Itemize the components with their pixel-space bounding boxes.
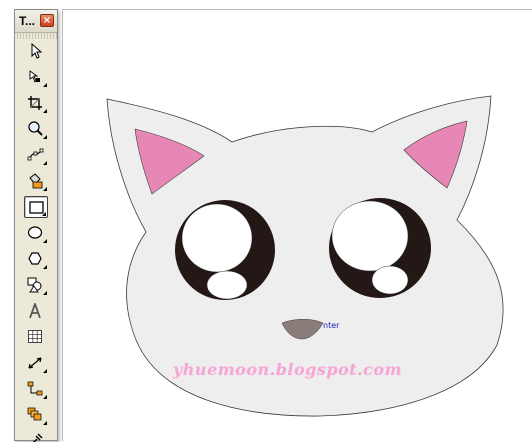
tool-freehand-flyout <box>43 161 47 165</box>
tool-connector[interactable] <box>24 378 48 400</box>
toolbox-grip[interactable] <box>15 33 57 39</box>
toolbox-titlebar[interactable]: T... × <box>15 10 57 33</box>
right-eye-highlight-large[interactable] <box>331 200 409 272</box>
blog-watermark: yhuemoon.blogspot.com <box>173 360 403 379</box>
tool-rectangle[interactable] <box>24 196 48 218</box>
tool-pick[interactable] <box>24 40 48 62</box>
pick-tool-icon <box>31 43 43 59</box>
toolbox-title: T... <box>19 14 36 28</box>
tool-eyedropper[interactable] <box>24 430 48 442</box>
tool-basic-shapes-flyout <box>43 291 47 295</box>
tool-polygon[interactable] <box>24 248 48 270</box>
drawing-canvas[interactable]: nter yhuemoon.blogspot.com <box>0 0 532 441</box>
tool-ellipse[interactable] <box>24 222 48 244</box>
tool-ellipse-flyout <box>43 239 47 243</box>
text-tool-icon <box>29 303 41 319</box>
tool-text[interactable] <box>24 300 48 322</box>
right-eye-highlight-small[interactable] <box>371 265 409 295</box>
tool-connector-flyout <box>43 395 47 399</box>
toolbox-panel[interactable]: T... × <box>14 9 58 442</box>
tool-basic-shapes[interactable] <box>24 274 48 296</box>
tool-freehand[interactable] <box>24 144 48 166</box>
left-eye-highlight-large[interactable] <box>181 203 253 273</box>
tool-blend-flyout <box>43 421 47 425</box>
tool-shape-flyout <box>43 83 47 87</box>
tool-crop[interactable] <box>24 92 48 114</box>
tool-shape[interactable] <box>24 66 48 88</box>
tool-zoom-flyout <box>43 135 47 139</box>
tool-zoom[interactable] <box>24 118 48 140</box>
toolbox-close-button[interactable]: × <box>40 14 54 27</box>
tool-dimension[interactable] <box>24 352 48 374</box>
tool-smart-fill[interactable] <box>24 170 48 192</box>
tool-crop-flyout <box>43 109 47 113</box>
snap-center-label: nter <box>323 321 340 330</box>
left-eye-highlight-small[interactable] <box>206 270 248 300</box>
tool-blend[interactable] <box>24 404 48 426</box>
tool-polygon-flyout <box>43 265 47 269</box>
tool-dimension-flyout <box>43 369 47 373</box>
tool-smart-fill-flyout <box>43 187 47 191</box>
tool-rectangle-flyout <box>42 212 46 216</box>
table-tool-icon <box>28 330 42 343</box>
tool-table[interactable] <box>24 326 48 348</box>
